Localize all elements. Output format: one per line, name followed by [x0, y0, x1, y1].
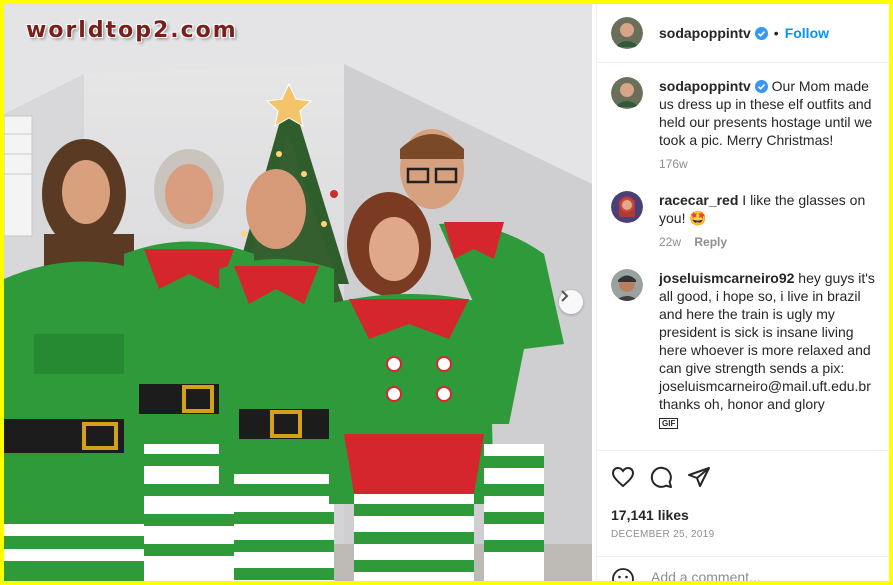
post-date: DECEMBER 25, 2019	[611, 529, 715, 540]
emoji-icon[interactable]	[611, 567, 635, 585]
next-photo-button[interactable]	[559, 290, 583, 314]
verified-badge-icon	[754, 80, 768, 93]
post-photo[interactable]: worldtop2.com	[4, 4, 592, 581]
comment-username[interactable]: racecar_red	[659, 192, 738, 208]
verified-badge-icon	[754, 26, 768, 40]
avatar[interactable]	[611, 269, 643, 301]
post-header: sodapoppintv • Follow	[597, 4, 889, 63]
follow-button[interactable]: Follow	[785, 25, 829, 41]
list-item: racecar_red I like the glasses on you! 🤩…	[597, 171, 889, 249]
add-comment-input[interactable]: Add a comment...	[651, 569, 761, 581]
avatar[interactable]	[611, 191, 643, 223]
post-side-panel: sodapoppintv • Follow sodapoppintv Our M…	[596, 4, 889, 581]
post-actions: 17,141 likes DECEMBER 25, 2019	[597, 450, 889, 540]
separator-dot: •	[773, 25, 779, 41]
caption-username[interactable]: sodapoppintv	[659, 78, 751, 94]
chevron-right-icon	[561, 290, 569, 302]
avatar[interactable]	[611, 77, 643, 109]
comments-list[interactable]: sodapoppintv Our Mom made us dress up in…	[597, 63, 889, 449]
comment-text: hey guys it's all good, i hope so, i liv…	[659, 270, 875, 412]
share-icon[interactable]	[687, 465, 711, 489]
watermark-text: worldtop2.com	[26, 18, 238, 43]
avatar[interactable]	[611, 17, 643, 49]
family-elf-photo	[4, 4, 592, 581]
comment-age: 22w	[659, 235, 682, 249]
comment-icon[interactable]	[649, 465, 673, 489]
likes-count[interactable]: 17,141 likes	[611, 507, 876, 523]
comment-username[interactable]: joseluismcarneiro92	[659, 270, 794, 286]
caption-item: sodapoppintv Our Mom made us dress up in…	[597, 63, 889, 171]
add-comment-bar: Add a comment...	[597, 556, 889, 585]
list-item: joseluismcarneiro92 hey guys it's all go…	[597, 249, 889, 431]
post-username[interactable]: sodapoppintv	[659, 25, 751, 41]
reply-button[interactable]: Reply	[694, 235, 727, 249]
caption-age: 176w	[659, 157, 688, 171]
gif-badge: GIF	[659, 418, 679, 429]
screenshot-frame: worldtop2.com sodapoppintv • Follow soda…	[0, 0, 893, 585]
heart-icon[interactable]	[611, 465, 635, 489]
